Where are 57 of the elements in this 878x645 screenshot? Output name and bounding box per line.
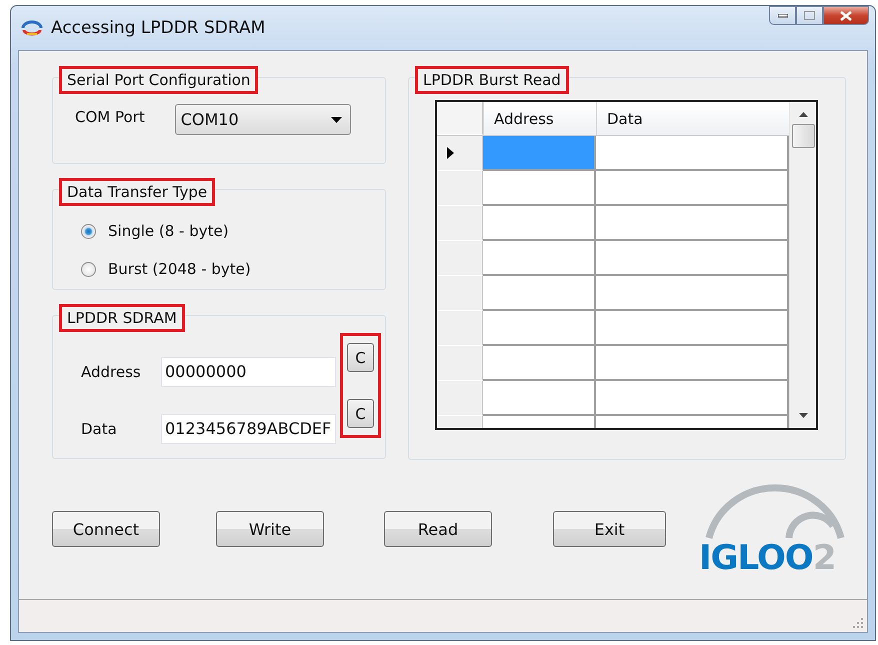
action-button[interactable]: Read: [384, 511, 492, 547]
group-title: LPDDR SDRAM: [59, 304, 185, 332]
radio-label[interactable]: Burst (2048 - byte): [108, 260, 251, 278]
radio-label[interactable]: Single (8 - byte): [108, 222, 229, 240]
table-cell[interactable]: [596, 311, 789, 346]
action-button[interactable]: Write: [216, 511, 324, 547]
input-field[interactable]: 00000000: [161, 356, 336, 386]
window-title: Accessing LPDDR SDRAM: [51, 18, 266, 38]
scrollbar[interactable]: [789, 102, 816, 428]
radio-button[interactable]: [81, 224, 96, 238]
table-cell[interactable]: [596, 171, 789, 206]
action-button[interactable]: Connect: [52, 511, 160, 547]
resize-grip-icon: [853, 618, 864, 629]
group-title: Data Transfer Type: [59, 178, 216, 206]
field-label: Address: [81, 362, 142, 380]
scroll-down-icon: [798, 413, 808, 418]
table-cell[interactable]: [483, 171, 596, 206]
table-cell[interactable]: [596, 206, 789, 241]
table-cell[interactable]: [596, 241, 789, 276]
table-cell[interactable]: [483, 136, 596, 171]
row-header[interactable]: [437, 136, 483, 171]
group-title: Serial Port Configuration: [59, 66, 258, 94]
minimize-icon: [778, 14, 788, 18]
clear-button[interactable]: C: [347, 399, 374, 428]
igloo2-logo: IGLOO2: [699, 466, 849, 578]
table-cell[interactable]: [483, 241, 596, 276]
table-cell[interactable]: [483, 206, 596, 241]
column-header[interactable]: Address: [483, 102, 596, 135]
app-logo-icon: [21, 20, 43, 36]
minimize-button[interactable]: [769, 6, 796, 25]
grid-corner-cell: [437, 102, 483, 135]
current-row-icon: [447, 147, 454, 159]
com-port-dropdown[interactable]: COM10: [174, 104, 351, 135]
field-label: COM Port: [75, 108, 145, 126]
close-button[interactable]: [823, 6, 869, 25]
table-cell[interactable]: [596, 276, 789, 311]
input-field[interactable]: 0123456789ABCDEF: [161, 414, 336, 444]
action-button[interactable]: Exit: [553, 511, 666, 547]
dropdown-value: COM10: [180, 110, 239, 129]
scrollbar-thumb[interactable]: [792, 124, 814, 148]
table-cell[interactable]: [596, 136, 789, 171]
table-cell[interactable]: [596, 346, 789, 381]
table-cell[interactable]: [483, 381, 596, 416]
radio-button[interactable]: [81, 262, 96, 276]
maximize-icon: [804, 11, 815, 20]
column-header[interactable]: Data: [596, 102, 789, 135]
table-cell[interactable]: [596, 381, 789, 416]
caret-icon: [330, 116, 342, 122]
group-title: LPDDR Burst Read: [415, 66, 569, 94]
close-icon: [840, 10, 852, 20]
table-cell[interactable]: [483, 311, 596, 346]
data-grid[interactable]: Address Data: [435, 100, 818, 430]
scroll-up-icon: [798, 112, 808, 117]
clear-button[interactable]: C: [347, 343, 374, 372]
table-cell[interactable]: [483, 346, 596, 381]
table-cell[interactable]: [483, 276, 596, 311]
field-label: Data: [81, 420, 118, 438]
